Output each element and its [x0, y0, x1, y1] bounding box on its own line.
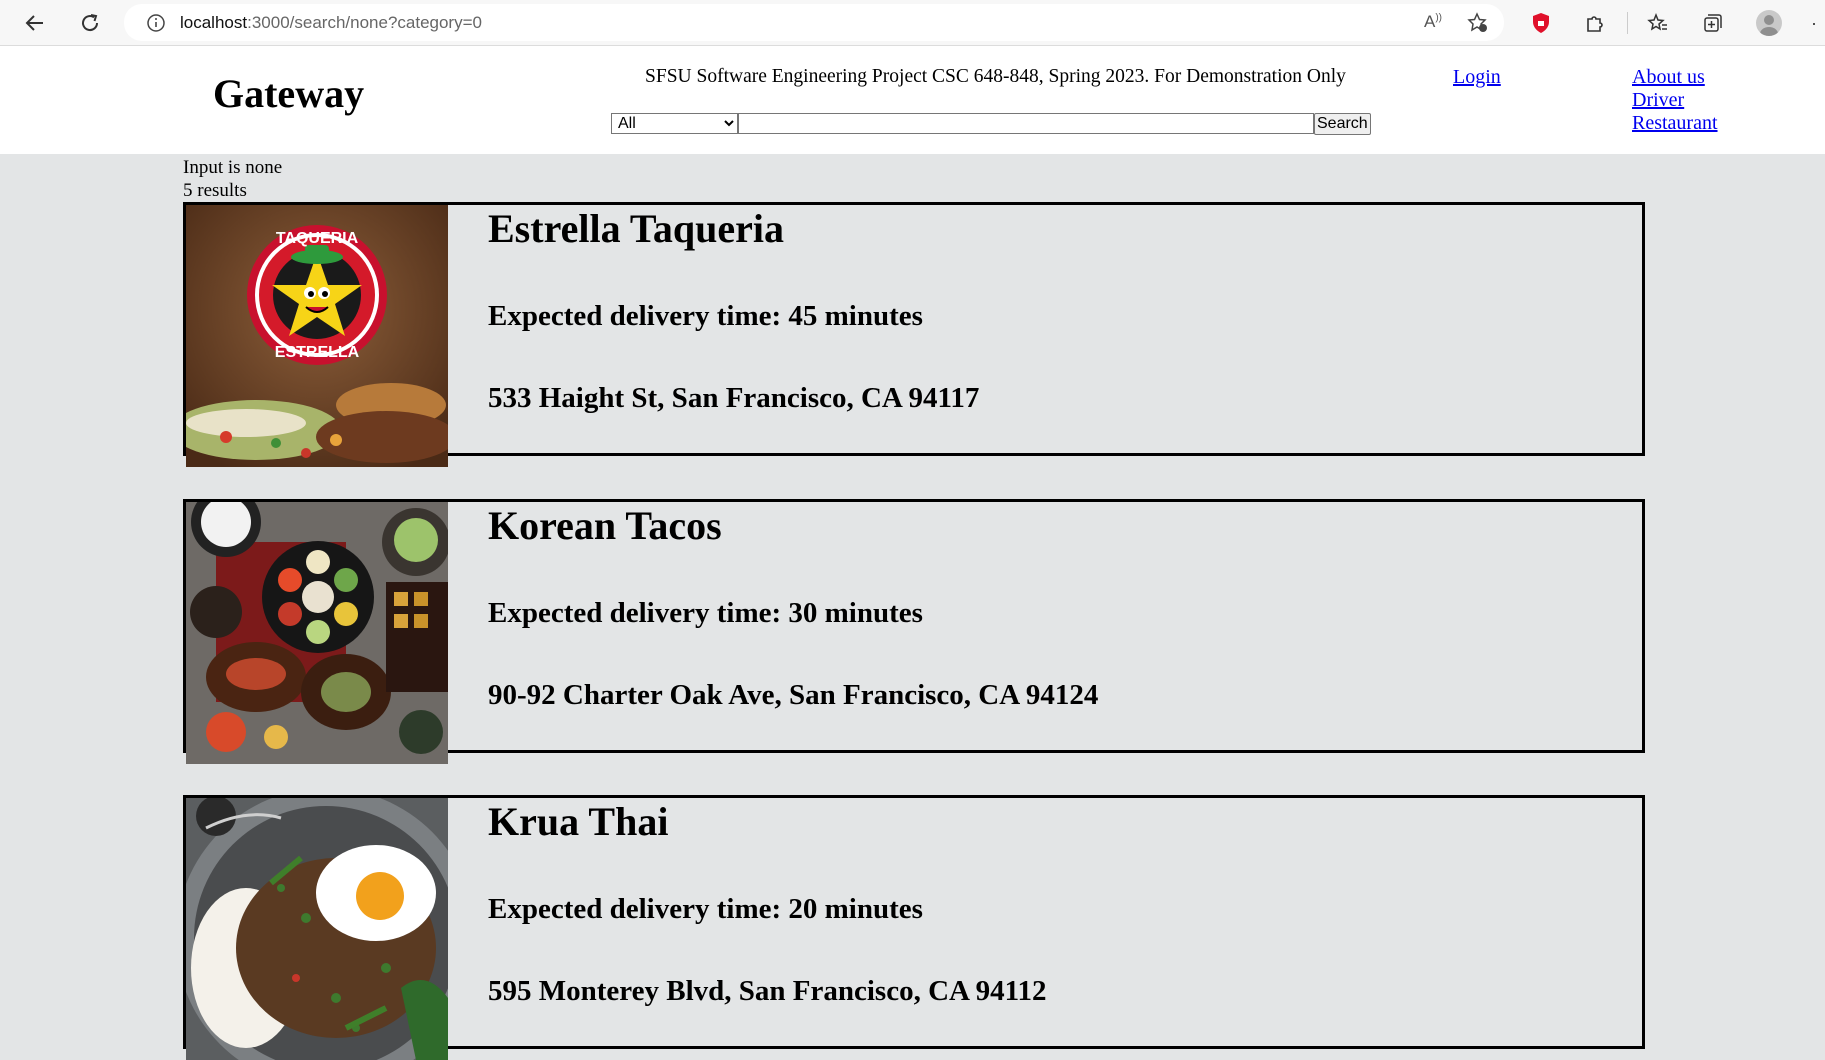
- restaurant-image: TAQUERIA ESTRELLA: [186, 205, 448, 467]
- favorite-add-button[interactable]: [1463, 8, 1493, 38]
- logo-bottom-text: ESTRELLA: [275, 344, 360, 361]
- restaurant-address: 595 Monterey Blvd, San Francisco, CA 941…: [488, 975, 1047, 1007]
- logo-top-text: TAQUERIA: [276, 230, 359, 247]
- url-text: localhost:3000/search/none?category=0: [180, 12, 482, 32]
- more-menu-button[interactable]: ·: [1805, 8, 1823, 38]
- extension-shield-button[interactable]: [1526, 8, 1556, 38]
- restaurant-card[interactable]: Korean Tacos Expected delivery time: 30 …: [183, 499, 1645, 764]
- favorites-button[interactable]: [1643, 8, 1673, 38]
- restaurant-image: [186, 502, 448, 764]
- refresh-button[interactable]: [75, 8, 105, 38]
- shield-icon: [1533, 13, 1549, 33]
- restaurant-name[interactable]: Estrella Taqueria: [488, 205, 784, 252]
- about-us-link[interactable]: About us: [1632, 66, 1718, 89]
- refresh-icon: [82, 14, 99, 32]
- collections-button[interactable]: [1698, 8, 1728, 38]
- restaurant-card[interactable]: Krua Thai Expected delivery time: 20 min…: [183, 795, 1645, 1060]
- restaurant-address: 533 Haight St, San Francisco, CA 94117: [488, 382, 980, 414]
- extensions-button[interactable]: [1580, 8, 1610, 38]
- nav-links: About us Driver Restaurant: [1632, 66, 1718, 135]
- read-aloud-button[interactable]: A)): [1418, 7, 1448, 37]
- toolbar-divider: [1627, 12, 1628, 34]
- delivery-time: Expected delivery time: 45 minutes: [488, 300, 923, 332]
- restaurant-name[interactable]: Krua Thai: [488, 798, 668, 845]
- more-icon: ·: [1811, 12, 1817, 33]
- favorites-icon: [1647, 12, 1667, 31]
- collections-icon: [1704, 14, 1722, 32]
- profile-button[interactable]: [1754, 8, 1784, 38]
- back-button[interactable]: [20, 8, 50, 38]
- search-button[interactable]: Search: [1314, 113, 1371, 135]
- restaurant-address: 90-92 Charter Oak Ave, San Francisco, CA…: [488, 679, 1099, 711]
- restaurant-image: [186, 798, 448, 1060]
- login-link[interactable]: Login: [1453, 66, 1501, 89]
- browser-toolbar: localhost:3000/search/none?category=0 A)…: [0, 0, 1825, 46]
- restaurant-name[interactable]: Korean Tacos: [488, 502, 722, 549]
- restaurant-link[interactable]: Restaurant: [1632, 112, 1718, 135]
- driver-link[interactable]: Driver: [1632, 89, 1718, 112]
- info-icon[interactable]: [146, 13, 166, 33]
- address-bar[interactable]: localhost:3000/search/none?category=0: [124, 4, 1504, 41]
- avatar: [1756, 10, 1782, 36]
- restaurant-card[interactable]: TAQUERIA ESTRELLA Estrella Taqueria Expe…: [183, 202, 1645, 467]
- site-header: Gateway SFSU Software Engineering Projec…: [0, 46, 1825, 154]
- category-select[interactable]: All: [611, 113, 738, 134]
- input-status: Input is none: [183, 157, 283, 178]
- result-count: 5 results: [183, 180, 247, 201]
- site-tagline: SFSU Software Engineering Project CSC 64…: [645, 66, 1346, 87]
- read-aloud-icon: A)): [1423, 12, 1442, 31]
- delivery-time: Expected delivery time: 30 minutes: [488, 597, 923, 629]
- search-summary: Input is none 5 results: [183, 156, 282, 202]
- site-brand[interactable]: Gateway: [213, 70, 364, 117]
- search-form: All Search: [611, 113, 1371, 135]
- star-plus-icon: [1467, 12, 1487, 32]
- puzzle-icon: [1587, 16, 1603, 32]
- search-input[interactable]: [738, 113, 1314, 134]
- delivery-time: Expected delivery time: 20 minutes: [488, 893, 923, 925]
- back-arrow-icon: [25, 15, 43, 31]
